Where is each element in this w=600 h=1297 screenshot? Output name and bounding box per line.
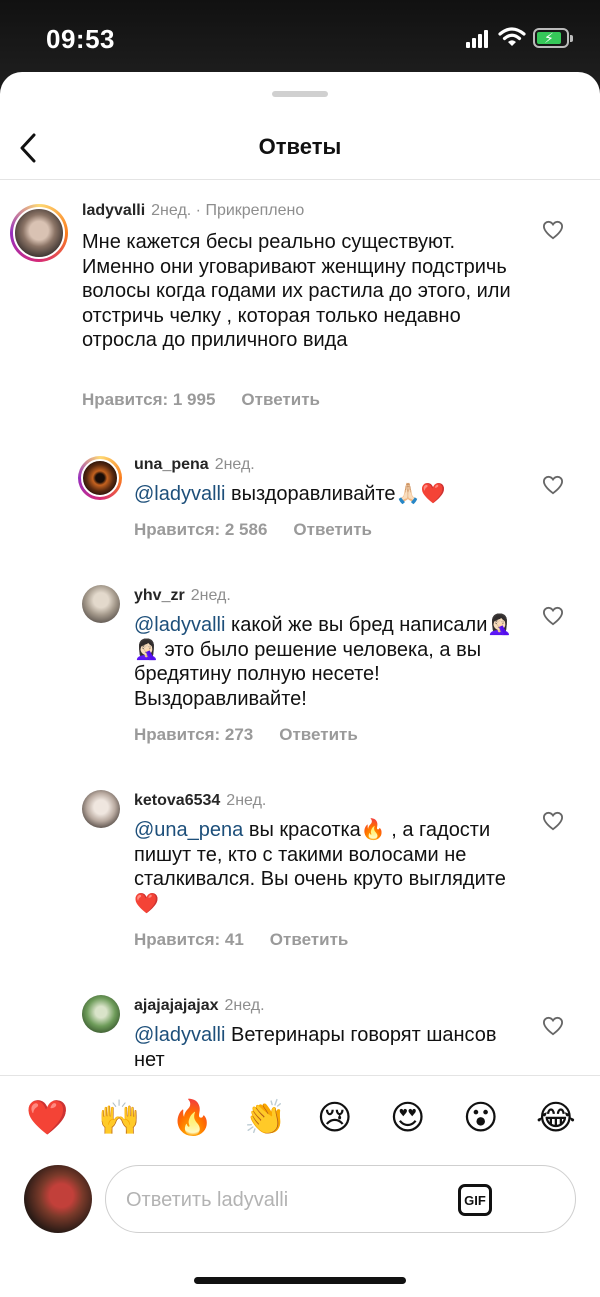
likes-count[interactable]: Нравится: 1 995 <box>82 390 215 409</box>
emoji-heart[interactable]: ❤️ <box>26 1098 68 1138</box>
reply-button[interactable]: Ответить <box>279 725 358 744</box>
avatar[interactable] <box>82 790 120 828</box>
battery-icon: ⚡ <box>533 28 573 48</box>
mention-link[interactable]: @ladyvalli <box>134 483 225 505</box>
reply-button[interactable]: Ответить <box>270 930 349 949</box>
username[interactable]: una_pena <box>134 456 209 473</box>
avatar[interactable] <box>78 456 122 500</box>
username[interactable]: yhv_zr <box>134 587 185 604</box>
comment-meta: una_pena 2нед. <box>134 456 255 474</box>
comment-actions: Нравится: 41 Ответить <box>134 930 374 950</box>
avatar[interactable] <box>82 585 120 623</box>
comment-age: 2нед. <box>226 792 267 809</box>
emoji-surprised[interactable]: 😮 <box>463 1098 498 1138</box>
emoji-clap[interactable]: 👏 <box>244 1098 286 1138</box>
comment-age: 2нед. <box>151 202 192 219</box>
avatar[interactable] <box>82 995 120 1033</box>
likes-count[interactable]: Нравится: 41 <box>134 930 244 949</box>
username[interactable]: ladyvalli <box>82 202 145 219</box>
heart-outline-icon[interactable] <box>542 220 564 240</box>
emoji-raised-hands[interactable]: 🙌 <box>98 1098 140 1138</box>
username[interactable]: ketova6534 <box>134 792 220 809</box>
heart-outline-icon[interactable] <box>542 811 564 831</box>
comment-text: @ladyvalli Ветеринары говорят шансов нет <box>134 1024 497 1071</box>
pinned-label: · Прикреплено <box>195 202 305 219</box>
reply-button[interactable]: Ответить <box>241 390 320 409</box>
likes-count[interactable]: Нравится: 2 586 <box>134 520 267 539</box>
comment-text: @ladyvalli какой же вы бред написали🤦🏻‍♀… <box>134 614 513 710</box>
avatar[interactable] <box>10 204 68 262</box>
reply-button[interactable]: Ответить <box>293 520 372 539</box>
likes-count[interactable]: Нравится: 273 <box>134 725 253 744</box>
reply-input[interactable] <box>126 1180 446 1220</box>
status-bar: 09:53 ⚡ <box>0 0 600 80</box>
comment-actions: Нравится: 2 586 Ответить <box>134 520 398 540</box>
comment-meta: ajajajajajax 2нед. <box>134 997 265 1015</box>
comment-actions: Нравится: 1 995 Ответить <box>82 390 346 410</box>
comment-meta: yhv_zr 2нед. <box>134 587 231 605</box>
emoji-crying[interactable]: 😢 <box>317 1098 352 1138</box>
emoji-laughing[interactable]: 😂 <box>536 1098 576 1138</box>
comment-actions: Нравится: 273 Ответить <box>134 725 384 745</box>
current-user-avatar <box>24 1165 92 1233</box>
emoji-fire[interactable]: 🔥 <box>171 1098 213 1138</box>
reply-composer: GIF <box>105 1165 576 1233</box>
heart-outline-icon[interactable] <box>542 606 564 626</box>
home-indicator <box>194 1277 406 1284</box>
comment-meta: ketova6534 2нед. <box>134 792 266 810</box>
comment-text: @ladyvalli выздоравливайте🙏🏻❤️ <box>134 483 446 505</box>
wifi-icon <box>498 27 526 46</box>
comment-text: @una_pena вы красотка🔥 , а гадости пишут… <box>134 819 506 915</box>
comment-age: 2нед. <box>190 587 231 604</box>
comment-text: Мне кажется бесы реально существуют. Име… <box>82 231 511 351</box>
status-time: 09:53 <box>46 24 115 54</box>
mention-link[interactable]: @ladyvalli <box>134 1024 225 1046</box>
header: Ответы <box>0 114 600 180</box>
comment-age: 2нед. <box>214 456 255 473</box>
username[interactable]: ajajajajajax <box>134 997 219 1014</box>
mention-link[interactable]: @una_pena <box>134 819 243 841</box>
mention-link[interactable]: @ladyvalli <box>134 614 225 636</box>
replies-sheet: Ответы ladyvalli 2нед. · Прикреплено Мне … <box>0 72 600 1297</box>
emoji-heart-eyes[interactable]: 😍 <box>390 1098 425 1138</box>
heart-outline-icon[interactable] <box>542 1016 564 1036</box>
gif-button[interactable]: GIF <box>458 1184 492 1216</box>
emoji-reaction-bar: ❤️ 🙌 🔥 👏 😢 😍 😮 😂 <box>0 1075 600 1165</box>
sheet-grabber[interactable] <box>272 91 328 97</box>
comment-age: 2нед. <box>224 997 265 1014</box>
comment-meta: ladyvalli 2нед. · Прикреплено <box>82 202 304 220</box>
page-title: Ответы <box>258 134 342 159</box>
heart-outline-icon[interactable] <box>542 475 564 495</box>
cellular-signal-icon <box>466 30 490 48</box>
